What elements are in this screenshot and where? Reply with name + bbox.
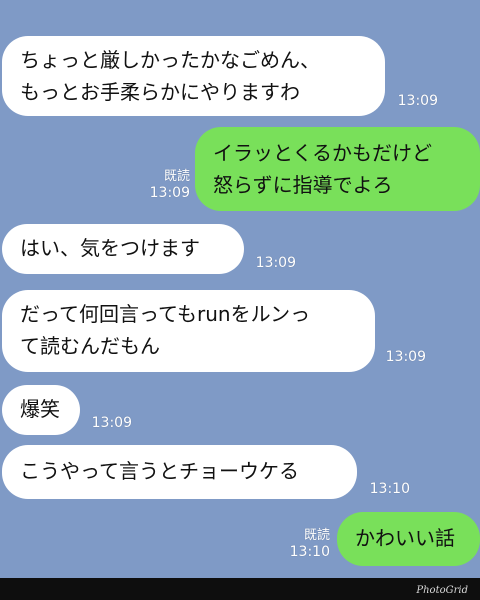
message-meta: 13:09 [392,93,438,110]
message-text: ちょっと厳しかったかなごめん、 [20,48,320,72]
message-bubble-outgoing[interactable]: かわいい話 [337,512,480,566]
message-text: 怒らずに指導でよろ [213,173,393,197]
message-text: こうやって言うとチョーウケる [20,459,299,483]
chat-area[interactable]: ちょっと厳しかったかなごめん、 もっとお手柔らかにやりますわ 13:09 イラッ… [0,0,480,600]
message-text: かわいい話 [355,526,455,550]
message-bubble-incoming[interactable]: はい、気をつけます [2,224,244,274]
read-receipt: 既読 [163,169,190,184]
message-time: 13:09 [385,349,426,365]
message-meta: 13:09 [380,349,426,366]
message-text: はい、気をつけます [20,236,200,260]
watermark-logo: PhotoGrid [416,585,468,596]
message-bubble-incoming[interactable]: こうやって言うとチョーウケる [2,445,357,499]
message-meta: 13:10 [364,481,410,498]
message-text: 爆笑 [20,397,60,421]
message-bubble-incoming[interactable]: だって何回言ってもrunをルンっ て読むんだもん [2,290,375,372]
read-receipt: 既読 [303,528,330,543]
message-time: 13:09 [397,93,438,109]
message-bubble-outgoing[interactable]: イラッとくるかもだけど 怒らずに指導でよろ [195,127,480,211]
message-meta: 13:09 [250,255,296,272]
message-meta: 既読 13:09 [140,168,190,202]
message-text: て読むんだもん [20,334,160,358]
message-time: 13:09 [91,415,132,431]
message-meta: 13:09 [86,415,132,432]
message-time: 13:10 [289,544,330,560]
message-time: 13:10 [369,481,410,497]
message-time: 13:09 [149,185,190,201]
message-time: 13:09 [255,255,296,271]
message-text: だって何回言ってもrunをルンっ [20,302,311,326]
bottom-border-strip: PhotoGrid [0,578,480,600]
message-text: もっとお手柔らかにやりますわ [20,80,300,104]
message-bubble-incoming[interactable]: 爆笑 [2,385,80,435]
message-bubble-incoming[interactable]: ちょっと厳しかったかなごめん、 もっとお手柔らかにやりますわ [2,36,385,116]
message-text: イラッとくるかもだけど [213,141,432,165]
message-meta: 既読 13:10 [280,527,330,561]
